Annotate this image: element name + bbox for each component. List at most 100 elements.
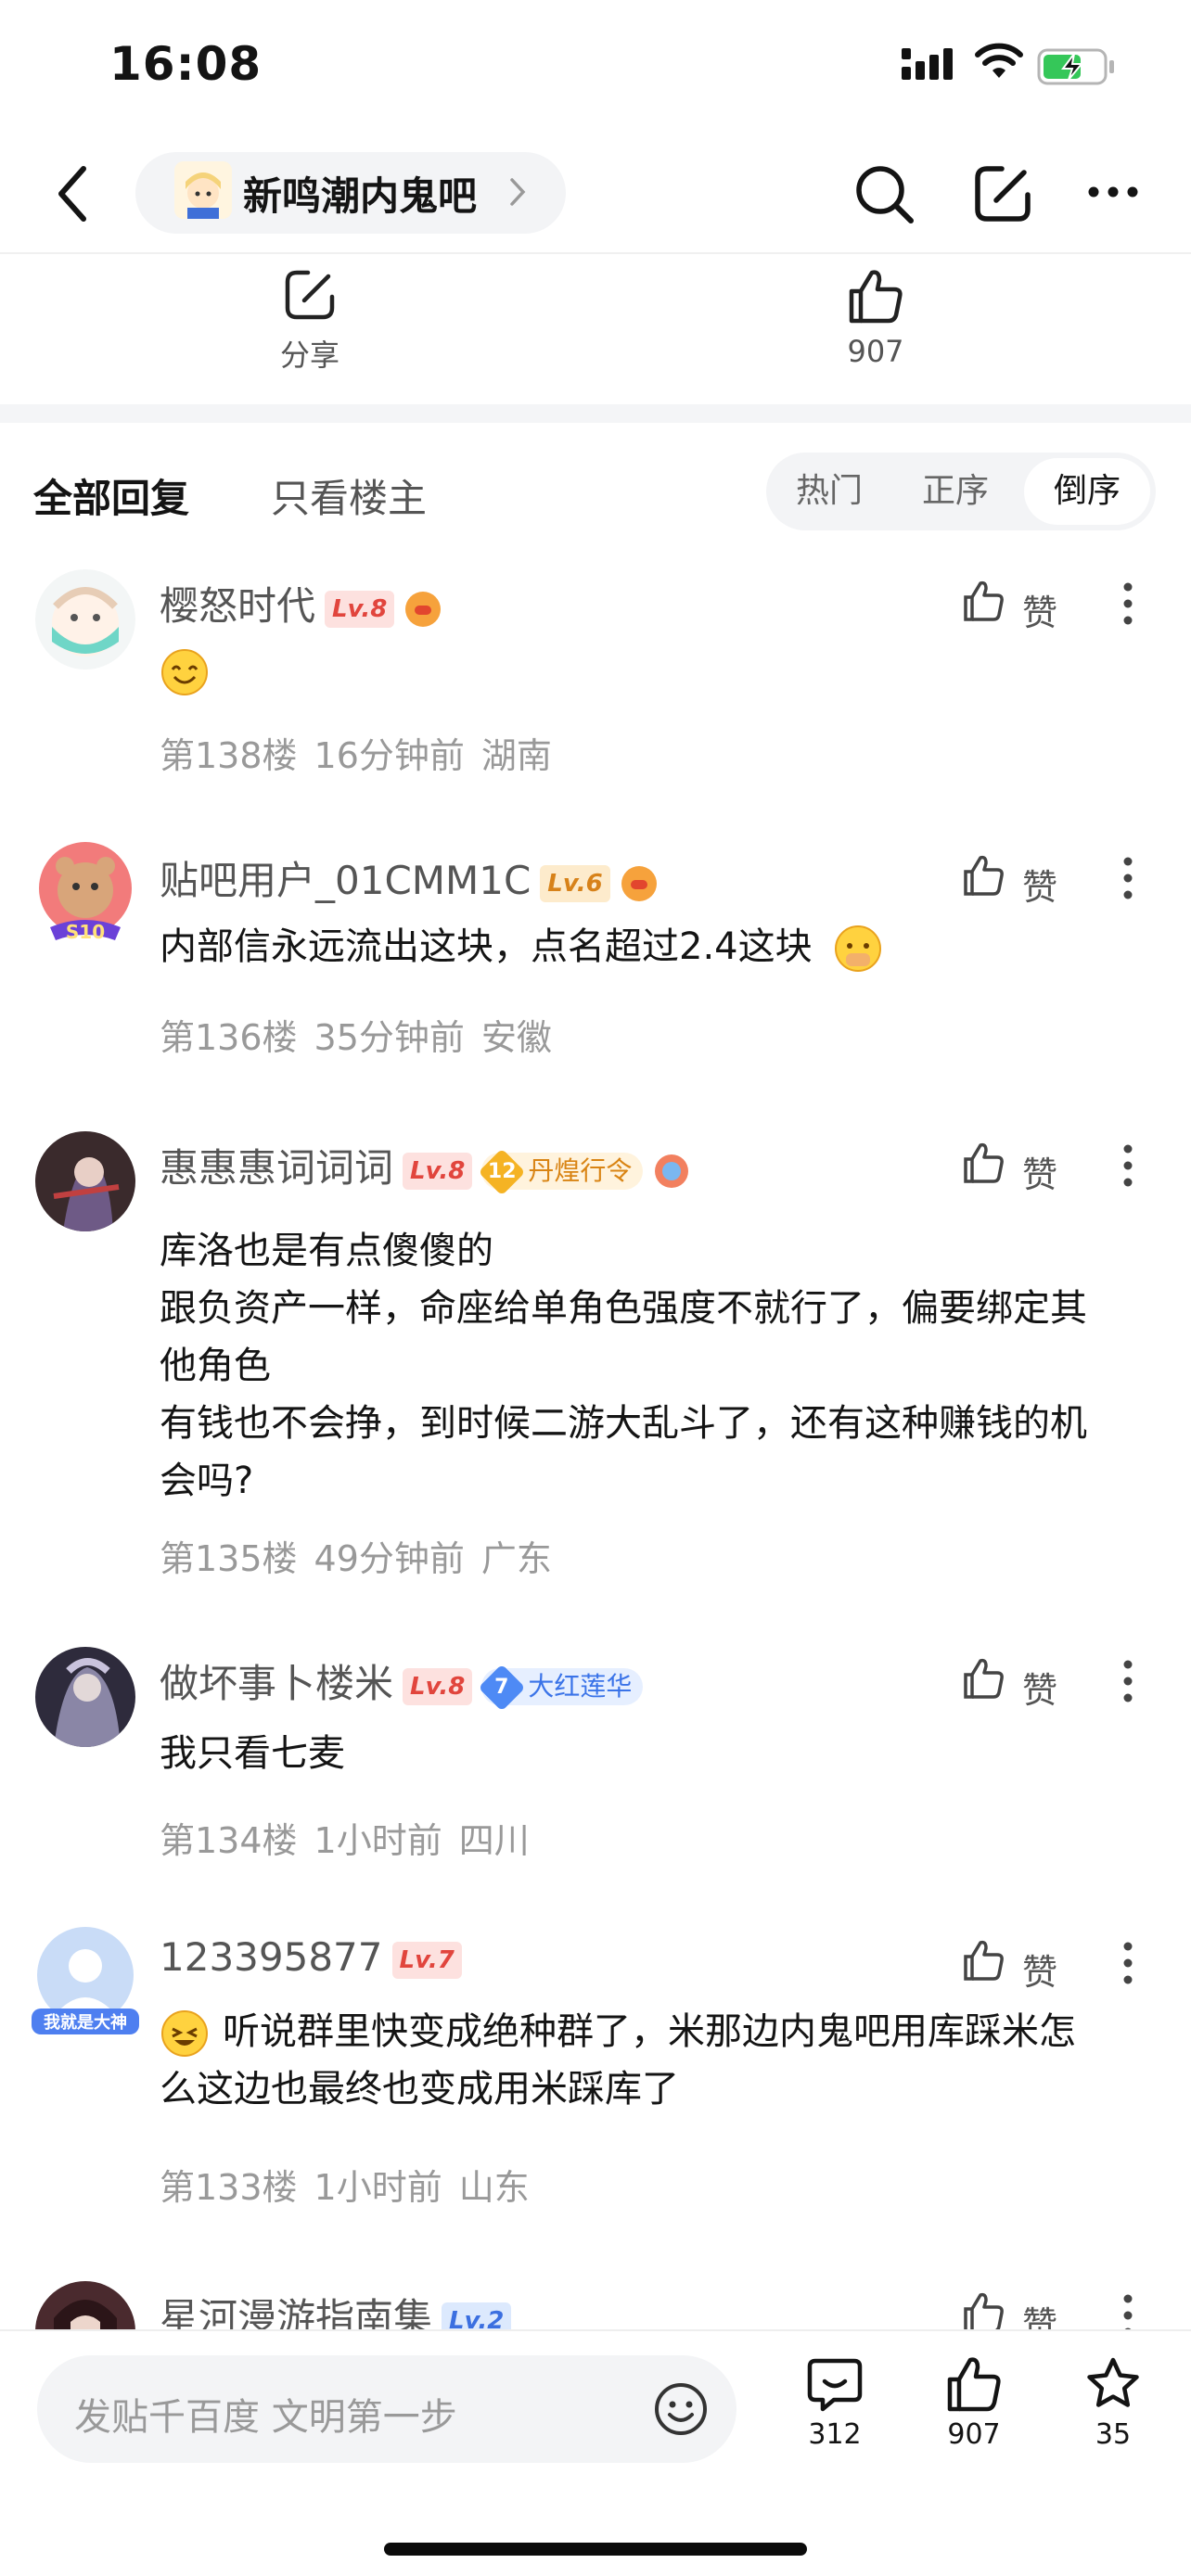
comment-bubble-icon xyxy=(807,2358,863,2412)
laugh-emoji-icon xyxy=(161,2010,208,2057)
honor-badge-level: 12 xyxy=(488,1159,517,1183)
username[interactable]: 樱怒时代 xyxy=(160,583,315,629)
reply-input-placeholder: 发贴千百度 文明第一步 xyxy=(74,2396,457,2439)
comment-text-line: 有钱也不会挣，到时候二游大乱斗了，还有这种赚钱的机 xyxy=(160,1402,1087,1445)
more-vertical-icon[interactable] xyxy=(1122,582,1133,625)
tab-all-replies[interactable]: 全部回复 xyxy=(33,467,189,524)
shy-emoji-icon xyxy=(835,925,882,972)
comment-count: 312 xyxy=(808,2418,862,2451)
like-button[interactable]: 赞 xyxy=(961,579,1057,634)
search-icon[interactable] xyxy=(852,161,918,228)
comment-item: 我就是大神 123395877 Lv.7 听说群里快变成绝种群了，米那边内鬼吧用库… xyxy=(0,1927,1191,2235)
comment-item: 惠惠惠词词词 Lv.8 12 丹煌行令 库洛也是有点傻傻的 跟负资产一样，命座给单角色… xyxy=(0,1131,1191,1595)
username[interactable]: 123395877 xyxy=(160,1934,383,1980)
more-vertical-icon[interactable] xyxy=(1122,1942,1133,1984)
comment-text-line: 么这边也最终也变成用米踩库了 xyxy=(160,2068,679,2111)
sort-hot[interactable]: 热门 xyxy=(766,453,892,530)
post-time: 16分钟前 xyxy=(314,735,465,776)
location: 四川 xyxy=(458,1820,530,1861)
divider xyxy=(0,252,1191,254)
thumbs-up-icon xyxy=(964,580,1004,621)
sort-segmented-control: 热门 正序 倒序 xyxy=(766,453,1156,530)
more-vertical-icon[interactable] xyxy=(1122,1660,1133,1702)
thumbs-up-icon xyxy=(849,270,903,324)
avatar-badge-text: S10 xyxy=(66,921,105,943)
tab-op-only[interactable]: 只看楼主 xyxy=(271,467,427,524)
avatar-badge-text: 我就是大神 xyxy=(44,2012,127,2033)
like-button[interactable]: 赞 xyxy=(961,1656,1057,1712)
forum-name[interactable]: 新鸣潮内鬼吧 xyxy=(243,165,477,222)
avatar[interactable] xyxy=(35,1647,135,1747)
like-post-button[interactable]: 907 xyxy=(918,2355,1030,2451)
sort-descending[interactable]: 倒序 xyxy=(1024,458,1150,525)
post-like-button[interactable]: 907 xyxy=(820,267,931,388)
avatar[interactable] xyxy=(35,569,135,670)
back-chevron-icon[interactable] xyxy=(48,161,104,226)
floor-number: 第135楼 xyxy=(160,1538,298,1579)
medal-icon xyxy=(655,1154,689,1188)
comment-meta: 第135楼 49分钟前 广东 xyxy=(160,1530,569,1581)
edit-icon[interactable] xyxy=(970,161,1035,226)
username[interactable]: 贴吧用户_01CMM1C xyxy=(160,858,531,903)
honor-badge: 12 丹煌行令 xyxy=(478,1148,644,1195)
comment-text: 我只看七麦 xyxy=(160,1732,345,1775)
like-button[interactable]: 赞 xyxy=(961,1938,1057,1994)
avatar[interactable]: 我就是大神 xyxy=(28,1925,143,2040)
comment-text: 内部信永远流出这块，点名超过2.4这块 xyxy=(160,925,813,968)
like-label: 赞 xyxy=(1022,1670,1058,1711)
honor-badge-text: 丹煌行令 xyxy=(528,1154,633,1186)
comment-item: 做坏事卜楼米 Lv.8 7 大红莲华 我只看七麦 第134楼 1小时前 四川 赞 xyxy=(0,1647,1191,1888)
favorite-count: 35 xyxy=(1095,2418,1132,2451)
comment-meta: 第136楼 35分钟前 安徽 xyxy=(160,1009,569,1060)
post-time: 49分钟前 xyxy=(314,1538,465,1579)
level-badge: Lv.8 xyxy=(325,590,395,628)
emoji-icon[interactable] xyxy=(653,2381,709,2437)
level-badge: Lv.7 xyxy=(391,1941,462,1979)
more-vertical-icon[interactable] xyxy=(1122,1144,1133,1187)
game-badge-icon xyxy=(621,865,657,901)
section-gap xyxy=(0,404,1191,423)
battery-charging-icon xyxy=(1037,48,1114,85)
thumbs-up-icon xyxy=(964,1142,1004,1183)
like-button[interactable]: 赞 xyxy=(961,1141,1057,1196)
floor-number: 第133楼 xyxy=(160,2167,298,2208)
comments-button[interactable]: 312 xyxy=(779,2355,890,2451)
signal-icon xyxy=(902,48,953,80)
sort-ascending[interactable]: 正序 xyxy=(892,453,1018,530)
home-indicator xyxy=(384,2543,807,2556)
status-bar: 16:08 xyxy=(0,0,1191,130)
username[interactable]: 做坏事卜楼米 xyxy=(160,1661,393,1706)
like-count: 907 xyxy=(947,2418,1001,2451)
username[interactable]: 惠惠惠词词词 xyxy=(160,1145,393,1191)
comment-item: 樱怒时代 Lv.8 第138楼 16分钟前 湖南 赞 xyxy=(0,569,1191,801)
location: 湖南 xyxy=(480,735,552,776)
honor-badge-text: 大红莲华 xyxy=(528,1670,633,1702)
avatar[interactable]: S10 xyxy=(30,838,141,950)
thumbs-up-icon xyxy=(964,1658,1004,1699)
thumbs-up-icon xyxy=(964,1940,1004,1981)
comment-meta: 第134楼 1小时前 四川 xyxy=(160,1812,546,1863)
post-like-count: 907 xyxy=(847,334,904,369)
level-badge: Lv.6 xyxy=(540,864,610,902)
more-vertical-icon[interactable] xyxy=(1122,857,1133,899)
forum-avatar[interactable] xyxy=(174,161,232,219)
comment-text-line: 他角色 xyxy=(160,1345,271,1387)
thumbs-up-icon xyxy=(947,2357,1001,2412)
like-label: 赞 xyxy=(1022,867,1058,908)
comment-text-line: 跟负资产一样，命座给单角色强度不就行了，偏要绑定其 xyxy=(160,1287,1087,1330)
share-label: 分享 xyxy=(279,338,339,373)
thumbs-up-icon xyxy=(964,855,1004,896)
avatar[interactable] xyxy=(35,1131,135,1231)
nav-bar: 新鸣潮内鬼吧 xyxy=(0,139,1191,250)
share-button[interactable]: 分享 xyxy=(260,267,360,388)
location: 山东 xyxy=(458,2167,530,2208)
reply-input[interactable]: 发贴千百度 文明第一步 xyxy=(37,2355,736,2463)
bottom-bar: 发贴千百度 文明第一步 312 907 35 xyxy=(0,2329,1191,2576)
like-label: 赞 xyxy=(1022,1154,1058,1195)
more-icon[interactable] xyxy=(1087,185,1139,198)
thumbs-up-icon xyxy=(964,2292,1004,2333)
favorite-button[interactable]: 35 xyxy=(1057,2355,1169,2451)
like-button[interactable]: 赞 xyxy=(961,853,1057,909)
honor-badge-level: 7 xyxy=(494,1675,510,1699)
honor-badge: 7 大红莲华 xyxy=(478,1664,644,1711)
